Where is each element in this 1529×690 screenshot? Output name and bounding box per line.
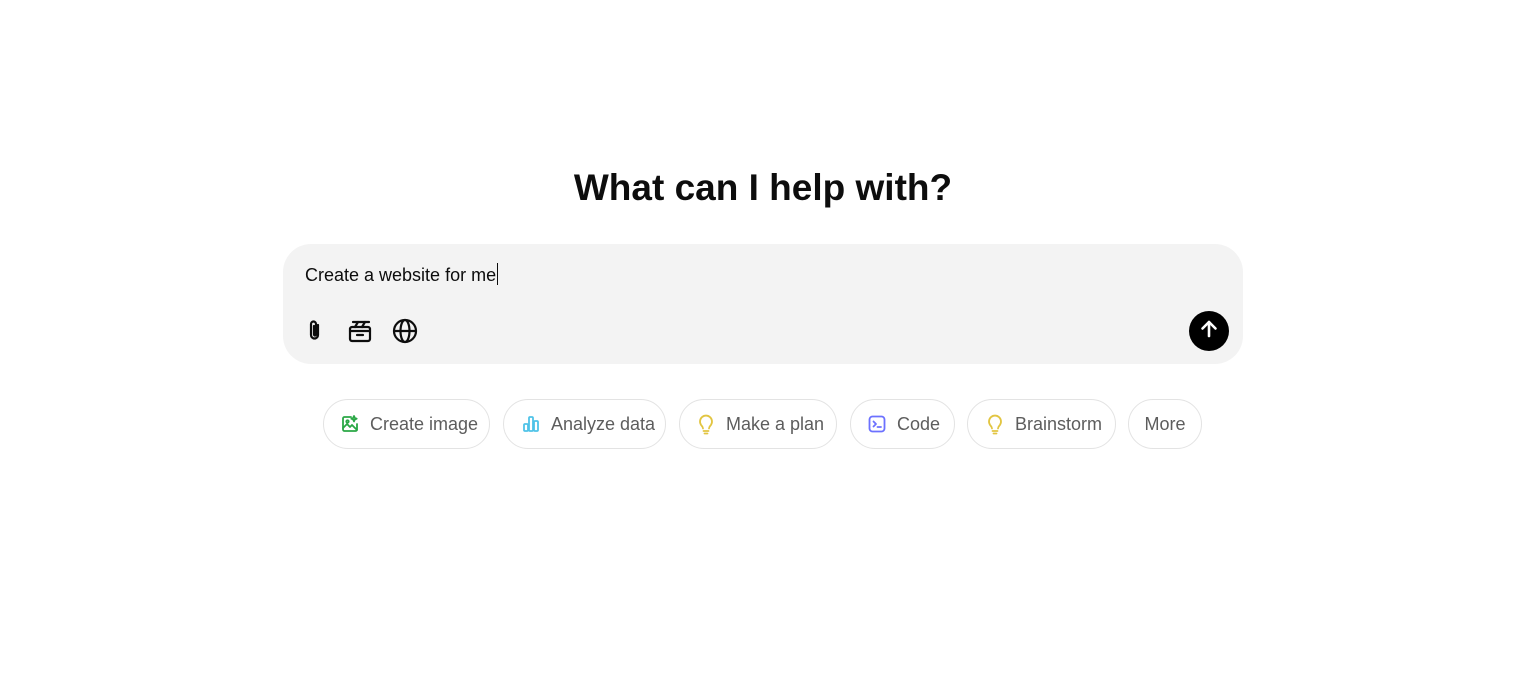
chip-analyze-data[interactable]: Analyze data [503, 399, 666, 449]
chip-label: Brainstorm [1015, 413, 1103, 434]
prompt-input-value: Create a website for me [305, 265, 497, 285]
chip-label: Code [897, 413, 941, 434]
terminal-icon [867, 414, 887, 434]
arrow-up-icon [1199, 319, 1219, 344]
chip-label: More [1144, 413, 1186, 434]
chip-create-image[interactable]: Create image [323, 399, 490, 449]
chip-label: Analyze data [551, 413, 656, 434]
canvas-icon [347, 318, 373, 344]
prompt-input[interactable]: Create a website for me [305, 262, 499, 288]
globe-icon [392, 318, 418, 344]
image-edit-icon [340, 414, 360, 434]
lightbulb-icon [696, 414, 716, 435]
page-title: What can I help with? [573, 167, 953, 208]
web-search-button[interactable] [390, 316, 420, 346]
main-page: What can I help with? Create a website f… [0, 0, 1529, 690]
prompt-composer[interactable]: Create a website for me [283, 244, 1243, 364]
paperclip-icon [303, 318, 327, 344]
chip-make-a-plan[interactable]: Make a plan [679, 399, 837, 449]
text-caret [497, 263, 499, 285]
send-button[interactable] [1189, 311, 1229, 351]
lightbulb-icon [985, 414, 1005, 435]
chip-label: Make a plan [726, 413, 825, 434]
chip-more[interactable]: More [1128, 399, 1202, 449]
chip-brainstorm[interactable]: Brainstorm [967, 399, 1116, 449]
bar-chart-icon [521, 414, 541, 434]
chip-label: Create image [370, 413, 479, 434]
chip-code[interactable]: Code [850, 399, 955, 449]
attach-button[interactable] [300, 316, 330, 346]
canvas-button[interactable] [345, 316, 375, 346]
